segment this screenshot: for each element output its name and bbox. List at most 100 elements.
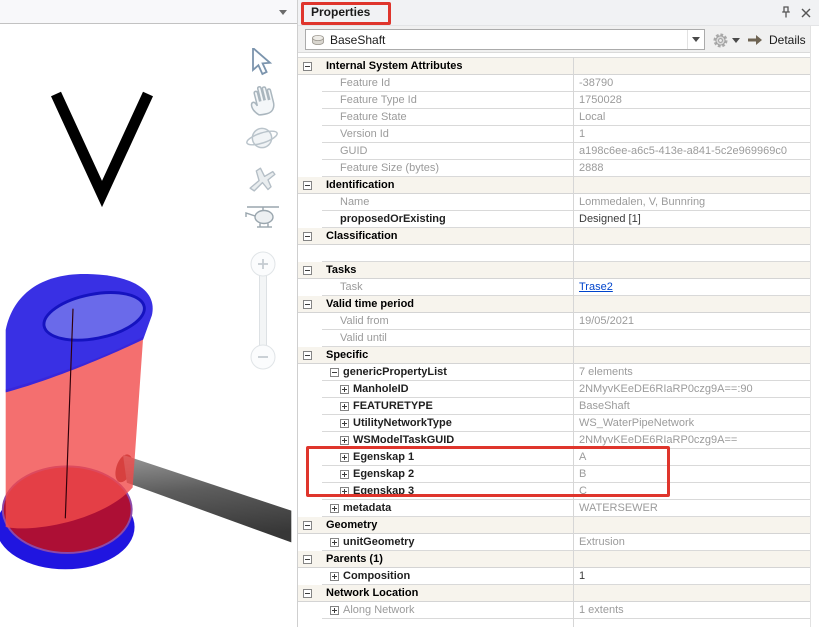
property-row[interactable]: Composition 1 bbox=[298, 568, 811, 585]
plus-box-icon[interactable] bbox=[340, 452, 349, 462]
property-value: BaseShaft bbox=[579, 400, 630, 412]
pin-icon[interactable] bbox=[778, 5, 794, 21]
plane-icon[interactable] bbox=[246, 162, 279, 195]
plus-box-icon[interactable] bbox=[330, 537, 339, 547]
property-row[interactable]: proposedOrExisting Designed [1] bbox=[298, 211, 811, 228]
property-value: 19/05/2021 bbox=[579, 315, 635, 327]
property-row[interactable]: FEATURETYPE BaseShaft bbox=[298, 398, 811, 415]
grid-column-divider[interactable] bbox=[573, 57, 574, 627]
minus-box-icon[interactable] bbox=[303, 350, 312, 360]
property-row[interactable]: Egenskap 1 A bbox=[298, 449, 811, 466]
panel-header: Properties bbox=[298, 0, 819, 26]
property-label: Parents (1) bbox=[326, 553, 383, 565]
property-label: Identification bbox=[326, 179, 395, 191]
zoom-slider[interactable] bbox=[248, 250, 278, 372]
property-row[interactable]: Feature State Local bbox=[298, 109, 811, 126]
minus-box-icon[interactable] bbox=[303, 588, 312, 598]
task-link[interactable]: Trase2 bbox=[579, 281, 613, 293]
combo-dropdown-button[interactable] bbox=[687, 30, 704, 49]
property-row[interactable]: metadata WATERSEWER bbox=[298, 500, 811, 517]
property-label: Along Network bbox=[343, 604, 415, 616]
minus-box-icon[interactable] bbox=[303, 520, 312, 530]
minus-box-icon[interactable] bbox=[330, 367, 339, 377]
section-row[interactable]: Internal System Attributes bbox=[298, 58, 811, 75]
row-gutter bbox=[298, 466, 322, 483]
row-gutter bbox=[298, 347, 322, 363]
details-button[interactable]: Details bbox=[746, 29, 819, 50]
property-label: Network Location bbox=[326, 587, 419, 599]
row-gutter bbox=[298, 75, 322, 92]
plus-box-icon[interactable] bbox=[340, 486, 349, 496]
property-row[interactable]: Task Trase2 bbox=[298, 279, 811, 296]
row-gutter bbox=[298, 228, 322, 244]
property-row[interactable]: UtilityNetworkType WS_WaterPipeNetwork bbox=[298, 415, 811, 432]
property-value: 2888 bbox=[579, 162, 604, 174]
property-label: Feature Id bbox=[340, 77, 391, 89]
minus-box-icon[interactable] bbox=[303, 265, 312, 275]
property-label: Tasks bbox=[326, 264, 357, 276]
property-row[interactable]: Valid until bbox=[298, 330, 811, 347]
property-value: 2NMyvKEeDE6RIaRP0czg9A==:90 bbox=[579, 383, 753, 395]
plus-box-icon[interactable] bbox=[340, 435, 349, 445]
property-row[interactable]: Egenskap 3 C bbox=[298, 483, 811, 500]
planet-icon[interactable] bbox=[245, 122, 279, 154]
property-row[interactable]: Valid from 19/05/2021 bbox=[298, 313, 811, 330]
settings-button[interactable] bbox=[712, 30, 742, 50]
section-row[interactable]: Identification bbox=[298, 177, 811, 194]
property-row[interactable]: ManholeID 2NMyvKEeDE6RIaRP0czg9A==:90 bbox=[298, 381, 811, 398]
row-gutter bbox=[298, 262, 322, 278]
section-row[interactable]: Tasks bbox=[298, 262, 811, 279]
property-row[interactable]: WSModelTaskGUID 2NMyvKEeDE6RIaRP0czg9A== bbox=[298, 432, 811, 449]
row-gutter bbox=[298, 398, 322, 415]
property-row[interactable]: Egenskap 2 B bbox=[298, 466, 811, 483]
cursor-icon[interactable] bbox=[251, 48, 277, 76]
property-row[interactable]: Feature Size (bytes) 2888 bbox=[298, 160, 811, 177]
property-grid: Internal System Attributes Feature Id -387… bbox=[298, 53, 811, 627]
property-value: Extrusion bbox=[579, 536, 625, 548]
property-row[interactable]: Name Lommedalen, V, Bunnring bbox=[298, 194, 811, 211]
section-row[interactable]: Classification bbox=[298, 228, 811, 245]
scrollbar-gutter[interactable] bbox=[810, 26, 819, 627]
row-gutter bbox=[298, 585, 322, 601]
minus-box-icon[interactable] bbox=[303, 180, 312, 190]
property-row[interactable]: Feature Id -38790 bbox=[298, 75, 811, 92]
property-label: Task bbox=[340, 281, 363, 293]
property-row[interactable]: Feature Type Id 1750028 bbox=[298, 92, 811, 109]
feature-combo-value: BaseShaft bbox=[330, 32, 386, 47]
plus-box-icon[interactable] bbox=[340, 469, 349, 479]
plus-box-icon[interactable] bbox=[330, 503, 339, 513]
property-row[interactable]: unitGeometry Extrusion bbox=[298, 534, 811, 551]
property-row[interactable]: genericPropertyList 7 elements bbox=[298, 364, 811, 381]
property-label: Valid until bbox=[340, 332, 387, 344]
row-gutter bbox=[298, 568, 322, 585]
row-gutter bbox=[298, 211, 322, 228]
close-icon[interactable] bbox=[798, 5, 814, 21]
property-label: unitGeometry bbox=[343, 536, 415, 548]
3d-viewport[interactable] bbox=[0, 0, 297, 627]
plus-box-icon[interactable] bbox=[330, 571, 339, 581]
minus-box-icon[interactable] bbox=[303, 61, 312, 71]
property-row[interactable]: GUID a198c6ee-a6c5-413e-a841-5c2e969969c0 bbox=[298, 143, 811, 160]
viewport-dropdown-icon[interactable] bbox=[279, 10, 287, 15]
plus-box-icon[interactable] bbox=[340, 384, 349, 394]
minus-box-icon[interactable] bbox=[303, 554, 312, 564]
property-row[interactable]: Along Network 1 extents bbox=[298, 602, 811, 619]
section-row[interactable]: Geometry bbox=[298, 517, 811, 534]
gear-icon bbox=[713, 32, 728, 48]
property-row[interactable] bbox=[298, 245, 811, 262]
helicopter-icon[interactable] bbox=[243, 200, 283, 236]
plus-box-icon[interactable] bbox=[340, 418, 349, 428]
minus-box-icon[interactable] bbox=[303, 231, 312, 241]
plus-box-icon[interactable] bbox=[330, 605, 339, 615]
feature-combo[interactable]: BaseShaft bbox=[305, 29, 705, 50]
minus-box-icon[interactable] bbox=[303, 299, 312, 309]
section-row[interactable]: Network Location bbox=[298, 585, 811, 602]
row-gutter bbox=[298, 58, 322, 74]
section-row[interactable]: Valid time period bbox=[298, 296, 811, 313]
property-row[interactable]: Version Id 1 bbox=[298, 126, 811, 143]
section-row[interactable]: Specific bbox=[298, 347, 811, 364]
hand-icon[interactable] bbox=[245, 82, 281, 118]
row-gutter bbox=[298, 551, 322, 567]
plus-box-icon[interactable] bbox=[340, 401, 349, 411]
section-row[interactable]: Parents (1) bbox=[298, 551, 811, 568]
